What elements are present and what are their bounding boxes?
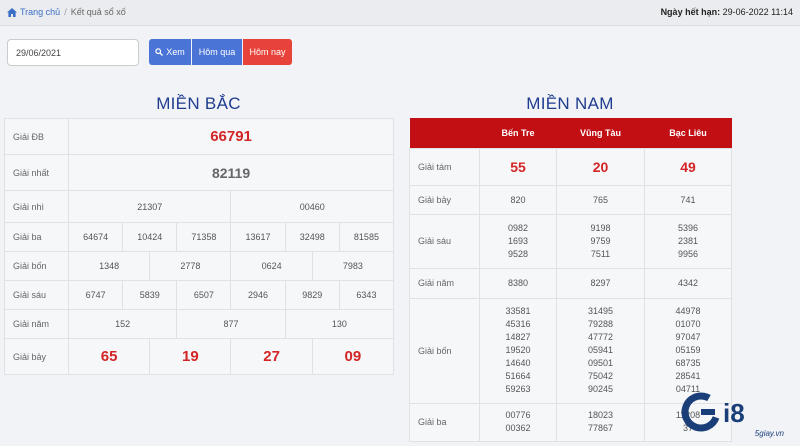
prize-label: Giải năm bbox=[409, 267, 480, 299]
prize-label: Giải ĐB bbox=[4, 118, 69, 155]
prize-value: 0982 1693 9528 bbox=[479, 213, 557, 269]
watermark-suffix: i8 bbox=[723, 398, 745, 428]
province-header: Bạc Liêu bbox=[644, 118, 732, 148]
mien-bac-title: MIỀN BẮC bbox=[156, 94, 241, 113]
table-row: Giải năm 8380 8297 4342 bbox=[409, 267, 732, 299]
home-icon bbox=[7, 7, 17, 17]
prize-label: Giải bảy bbox=[409, 184, 480, 215]
prize-value: 49 bbox=[644, 147, 732, 186]
prize-value: 741 bbox=[644, 184, 732, 215]
prize-value: 1348 bbox=[67, 251, 151, 281]
prize-label: Giải sáu bbox=[409, 213, 480, 269]
prize-label: Giải bốn bbox=[4, 251, 69, 281]
prize-value: 18023 77867 bbox=[556, 402, 645, 442]
mien-nam-title: MIỀN NAM bbox=[526, 94, 614, 113]
prize-value: 0624 bbox=[230, 251, 313, 281]
prize-value: 65 bbox=[67, 338, 151, 375]
prize-value: 6507 bbox=[176, 280, 232, 310]
prize-value: 00776 00362 bbox=[479, 402, 557, 442]
yesterday-button[interactable]: Hôm qua bbox=[192, 39, 242, 65]
watermark-site: 5giay.vn bbox=[754, 429, 784, 438]
expiry-label: Ngày hết hạn: bbox=[660, 7, 721, 17]
prize-value: 13617 bbox=[230, 222, 286, 252]
province-header-row: Bến Tre Vũng Tàu Bạc Liêu bbox=[409, 118, 732, 148]
prize-value: 7983 bbox=[311, 251, 395, 281]
prize-label: Giải bốn bbox=[409, 297, 480, 404]
prize-value: 20 bbox=[556, 147, 645, 186]
today-button[interactable]: Hôm nay bbox=[243, 39, 292, 65]
prize-value: 82119 bbox=[67, 154, 395, 191]
table-row: Giải nhì 21307 00460 bbox=[4, 190, 395, 223]
prize-label: Giải nhì bbox=[4, 190, 69, 223]
expiry-info: Ngày hết hạn: 29-06-2022 11:14 bbox=[661, 7, 793, 17]
prize-value: 6343 bbox=[338, 280, 395, 310]
prize-label: Giải năm bbox=[4, 309, 69, 339]
prize-value: 32498 bbox=[284, 222, 340, 252]
prize-label: Giải ba bbox=[409, 402, 480, 442]
prize-value: 765 bbox=[556, 184, 645, 215]
expiry-value: 29-06-2022 11:14 bbox=[722, 7, 793, 17]
prize-label: Giải tám bbox=[409, 147, 480, 186]
table-row: Giải ba 64674 10424 71358 13617 32498 81… bbox=[4, 222, 395, 252]
watermark: i8 5giay.vn bbox=[679, 392, 794, 440]
prize-value: 2778 bbox=[149, 251, 232, 281]
breadcrumb-separator: / bbox=[64, 7, 67, 17]
date-input[interactable] bbox=[7, 39, 139, 66]
prize-value: 27 bbox=[230, 338, 313, 375]
prize-value: 6747 bbox=[67, 280, 124, 310]
prize-label: Giải ba bbox=[4, 222, 69, 252]
prize-value: 00460 bbox=[230, 190, 395, 223]
table-row: Giải bảy 65 19 27 09 bbox=[4, 338, 395, 375]
prize-value: 64674 bbox=[67, 222, 124, 252]
view-button[interactable]: Xem bbox=[149, 39, 191, 65]
prize-label: Giải nhất bbox=[4, 154, 69, 191]
prize-value: 8380 bbox=[479, 267, 557, 299]
prize-value: 820 bbox=[479, 184, 557, 215]
table-row: Giải năm 152 877 130 bbox=[4, 309, 395, 339]
table-row: Giải nhất 82119 bbox=[4, 154, 395, 191]
prize-value: 130 bbox=[284, 309, 395, 339]
top-bar: Trang chủ / Kết quả sổ xố Ngày hết hạn: … bbox=[0, 0, 800, 26]
search-icon bbox=[155, 48, 164, 56]
breadcrumb: Trang chủ / Kết quả sổ xố bbox=[7, 7, 126, 17]
prize-value: 33581 45316 14827 19520 14640 51664 5926… bbox=[479, 297, 557, 404]
prize-value: 152 bbox=[67, 309, 178, 339]
breadcrumb-home-label: Trang chủ bbox=[20, 7, 61, 17]
prize-value: 71358 bbox=[176, 222, 232, 252]
prize-value: 877 bbox=[176, 309, 286, 339]
table-row: Giải bốn 33581 45316 14827 19520 14640 5… bbox=[409, 297, 732, 404]
prize-value: 55 bbox=[479, 147, 557, 186]
prize-value: 31495 79288 47772 05941 09501 75042 9024… bbox=[556, 297, 645, 404]
prize-label: Giải bảy bbox=[4, 338, 69, 375]
prize-value: 4342 bbox=[644, 267, 732, 299]
table-row: Giải sáu 6747 5839 6507 2946 9829 6343 bbox=[4, 280, 395, 310]
header-empty-cell bbox=[409, 118, 480, 148]
prize-value: 5839 bbox=[122, 280, 178, 310]
table-row: Giải bốn 1348 2778 0624 7983 bbox=[4, 251, 395, 281]
prize-value: 09 bbox=[311, 338, 395, 375]
prize-value: 44978 01070 97047 05159 68735 28541 0471… bbox=[644, 297, 732, 404]
prize-value: 19 bbox=[149, 338, 232, 375]
table-row: Giải tám 55 20 49 bbox=[409, 147, 732, 186]
prize-value: 21307 bbox=[67, 190, 232, 223]
table-row: Giải ĐB 66791 bbox=[4, 118, 395, 155]
prize-value: 5396 2381 9956 bbox=[644, 213, 732, 269]
prize-label: Giải sáu bbox=[4, 280, 69, 310]
prize-value: 9829 bbox=[284, 280, 340, 310]
prize-value: 2946 bbox=[230, 280, 286, 310]
breadcrumb-home-link[interactable]: Trang chủ bbox=[7, 7, 60, 17]
table-row: Giải bảy 820 765 741 bbox=[409, 184, 732, 215]
prize-value: 9198 9759 7511 bbox=[556, 213, 645, 269]
mien-bac-table: Giải ĐB 66791 Giải nhất 82119 Giải nhì 2… bbox=[4, 118, 395, 375]
prize-value: 81585 bbox=[338, 222, 395, 252]
province-header: Bến Tre bbox=[479, 118, 557, 148]
prize-value: 8297 bbox=[556, 267, 645, 299]
province-header: Vũng Tàu bbox=[556, 118, 645, 148]
prize-value: 66791 bbox=[67, 118, 395, 155]
breadcrumb-current: Kết quả sổ xố bbox=[70, 7, 126, 17]
view-button-label: Xem bbox=[166, 47, 185, 57]
table-row: Giải sáu 0982 1693 9528 9198 9759 7511 5… bbox=[409, 213, 732, 269]
prize-value: 10424 bbox=[122, 222, 178, 252]
